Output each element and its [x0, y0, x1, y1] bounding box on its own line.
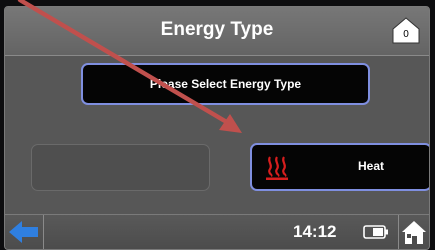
page-title: Energy Type — [160, 19, 274, 40]
home-button[interactable] — [398, 215, 429, 249]
home-badge[interactable]: 0 — [391, 16, 421, 44]
device-screen: Energy Type 0 Please Select Energy Type … — [0, 0, 435, 250]
back-arrow-icon — [9, 221, 38, 243]
header-bar: Energy Type 0 — [5, 7, 429, 56]
footer-bar: 14:12 — [5, 214, 429, 249]
back-button[interactable] — [5, 215, 44, 249]
clock: 14:12 — [293, 222, 337, 241]
battery-icon — [363, 225, 388, 239]
select-energy-type-button[interactable]: Please Select Energy Type — [81, 63, 370, 105]
home-badge-count: 0 — [403, 29, 409, 40]
heat-waves-icon — [266, 156, 288, 180]
heat-option-button[interactable]: Heat — [250, 143, 429, 191]
home-icon — [402, 221, 426, 244]
heat-option-label: Heat — [357, 159, 384, 173]
empty-option-slot — [31, 144, 210, 191]
main-panel: Energy Type 0 Please Select Energy Type … — [4, 6, 430, 250]
